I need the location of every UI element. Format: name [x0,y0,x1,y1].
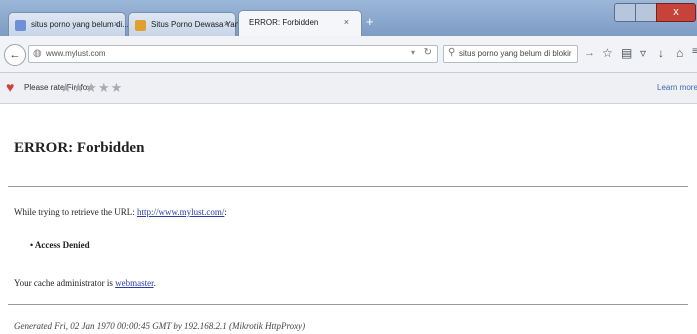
generated-footer: Generated Fri, 02 Jan 1970 00:00:45 GMT … [14,321,306,331]
tab-label: ERROR: Forbidden [249,18,319,27]
maximize-button[interactable] [635,3,657,22]
retrieve-suffix: : [224,207,227,217]
download-icon[interactable]: ↓ [658,46,664,60]
page-content: ERROR: Forbidden While trying to retriev… [0,104,697,334]
reload-icon[interactable]: ↻ [424,47,432,58]
close-icon[interactable]: × [344,17,349,27]
globe-icon: ◍ [33,48,42,59]
heart-icon: ♥ [6,79,15,95]
page-title: ERROR: Forbidden [14,140,145,156]
minimize-button[interactable] [614,3,636,22]
home-icon[interactable]: ⌂ [676,46,683,60]
tab-bar: situs porno yang belum di... × Situs Por… [0,0,697,36]
dropdown-icon[interactable]: ▾ [411,48,415,57]
error-reason: • Access Denied [30,240,90,250]
divider [8,186,688,187]
admin-suffix: . [153,278,156,288]
close-icon[interactable]: × [224,19,229,29]
webmaster-link[interactable]: webmaster [115,278,154,288]
rating-stars[interactable]: ★★★★★ [60,80,123,96]
search-input[interactable]: ⚲ situs porno yang belum di blokir [443,45,578,63]
site-favicon-icon [135,20,146,31]
window-close-button[interactable]: x [656,3,696,22]
search-icon: ⚲ [448,47,456,58]
admin-prefix: Your cache administrator is [14,278,116,288]
back-button[interactable]: ← [4,44,26,66]
pocket-icon[interactable]: ▿ [640,46,646,60]
divider [8,304,688,305]
navigation-toolbar: ← ◍ www.mylust.com ▾ ↻ ⚲ situs porno yan… [0,36,697,73]
star-icon[interactable]: ☆ [602,46,613,60]
tab-situs-porno[interactable]: Situs Porno Dewasa Yang B... × [128,12,258,36]
learn-more-link[interactable]: Learn more [657,83,697,92]
url-bar[interactable]: ◍ www.mylust.com ▾ ↻ [28,45,438,63]
url-text[interactable]: www.mylust.com [46,49,106,58]
search-query[interactable]: situs porno yang belum di blokir [459,49,572,58]
bullet-icon: • [30,240,34,250]
clipboard-icon[interactable]: ▤ [621,46,632,60]
new-tab-button[interactable]: + [366,14,374,29]
menu-icon[interactable]: ≡ [692,46,697,57]
notification-bar: ♥ Please rate Firefox: ★★★★★ Learn more [0,73,697,104]
tab-search-results[interactable]: situs porno yang belum di... × [8,12,129,36]
error-reason-text: Access Denied [34,240,90,250]
requested-url-link[interactable]: http://www.mylust.com/ [137,207,224,217]
tab-error-forbidden[interactable]: ERROR: Forbidden × [238,10,362,36]
search-go-icon[interactable]: → [584,47,595,59]
admin-message: Your cache administrator is webmaster. [14,278,156,288]
close-icon[interactable]: × [114,19,119,29]
search-favicon-icon [15,20,26,31]
retrieve-message: While trying to retrieve the URL: http:/… [14,207,227,217]
retrieve-prefix: While trying to retrieve the URL: [14,207,137,217]
